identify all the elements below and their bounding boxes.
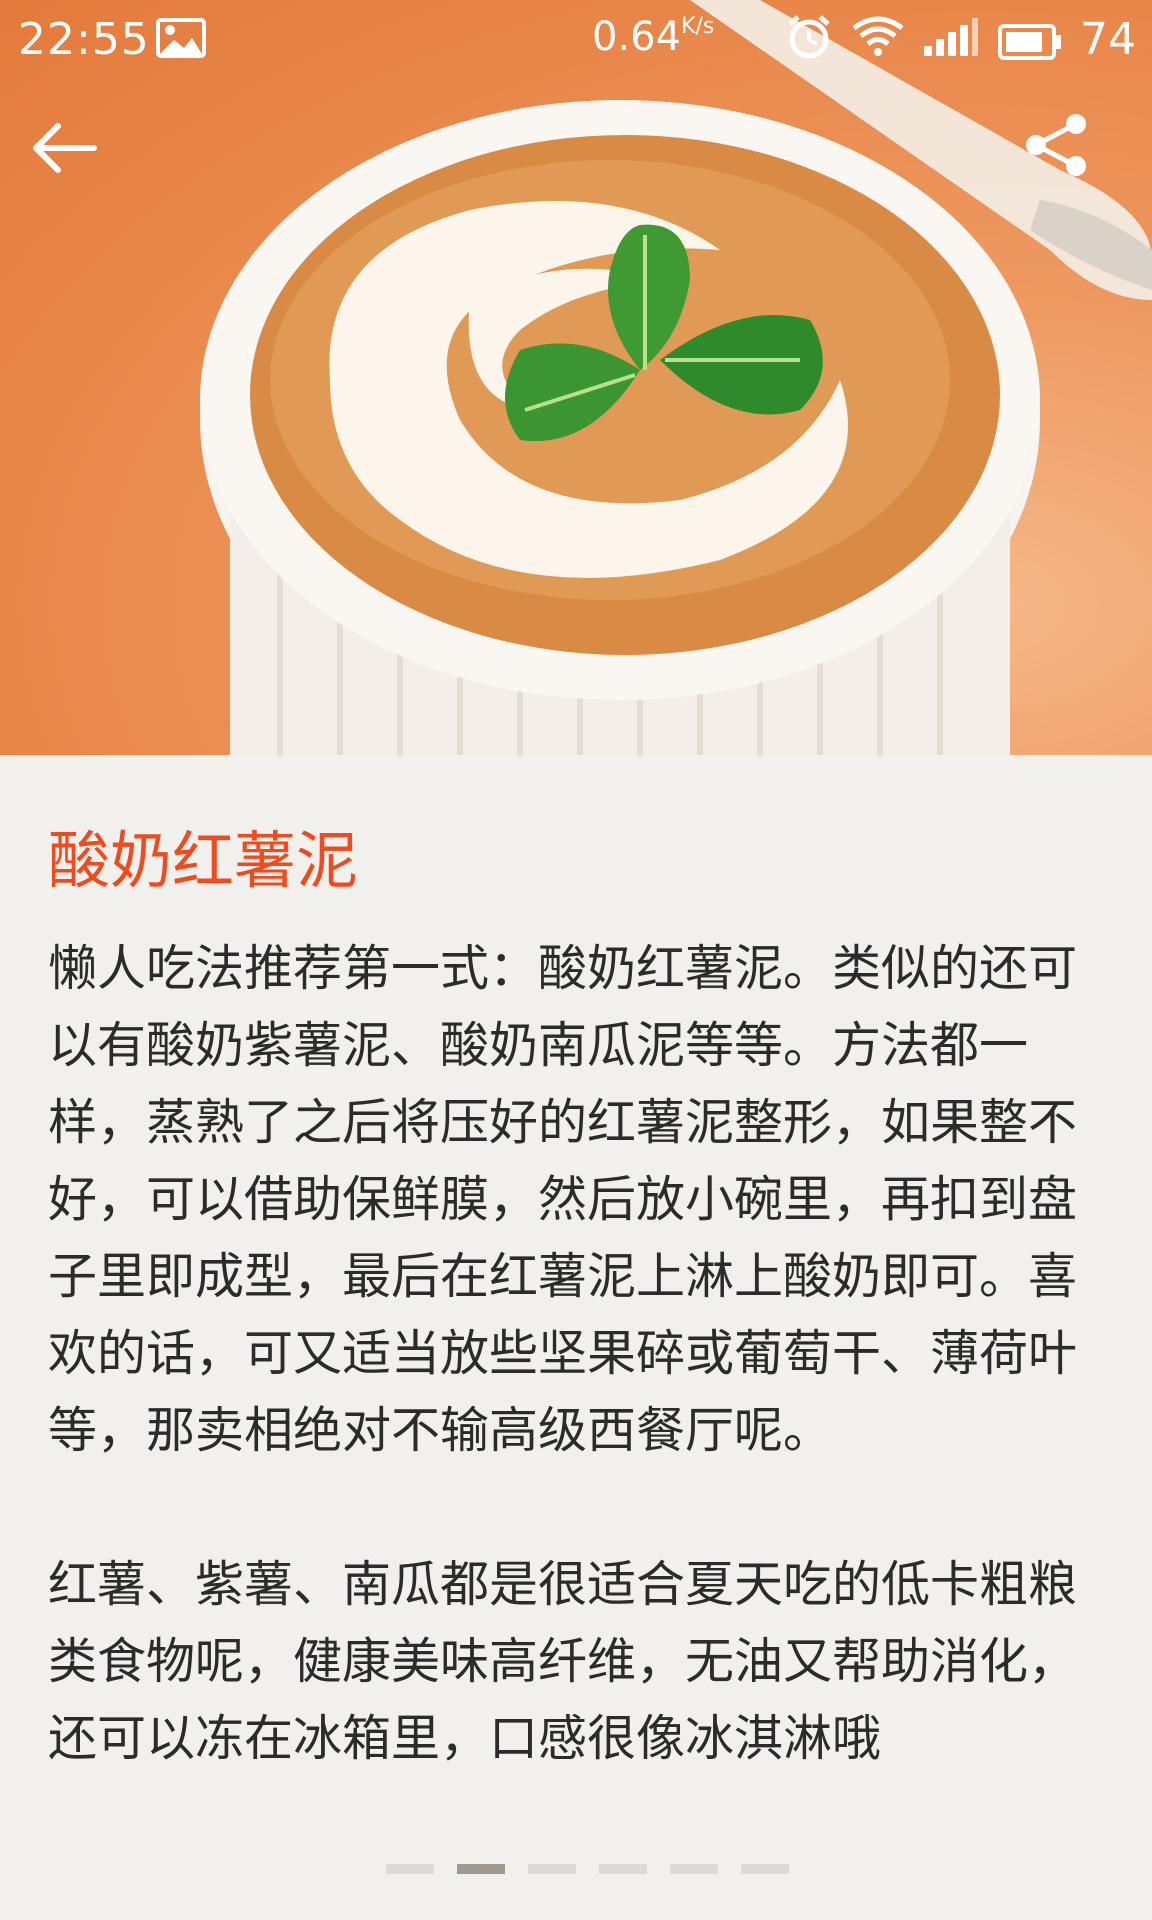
network-speed: 0.64K/s (592, 14, 714, 60)
page-dot[interactable] (670, 1864, 719, 1874)
page-indicator (386, 1864, 807, 1874)
article-content: 酸奶红薯泥 懒人吃法推荐第一式：酸奶红薯泥。类似的还可以有酸奶紫薯泥、酸奶南瓜泥… (0, 755, 1152, 1815)
network-speed-value: 0.64 (592, 14, 682, 60)
recipe-photo (0, 0, 1152, 755)
status-bar: 22:55 0.64K/s 74 (0, 0, 1152, 78)
wifi-icon (852, 16, 904, 69)
back-button[interactable] (30, 118, 100, 178)
page-dot[interactable] (741, 1864, 790, 1874)
battery-level: 74 (1080, 14, 1136, 65)
article-paragraph: 懒人吃法推荐第一式：酸奶红薯泥。类似的还可以有酸奶紫薯泥、酸奶南瓜泥等等。方法都… (48, 940, 1078, 1459)
page-dot[interactable] (457, 1864, 506, 1874)
arrow-left-icon (33, 123, 97, 173)
article-paragraph: 红薯、紫薯、南瓜都是很适合夏天吃的低卡粗粮类食物呢，健康美味高纤维，无油又帮助消… (48, 1556, 1078, 1767)
recipe-title: 酸奶红薯泥 (48, 824, 359, 897)
share-icon (1026, 114, 1086, 176)
signal-icon (922, 18, 978, 69)
status-time: 22:55 (18, 14, 150, 65)
gallery-notification-icon (156, 18, 206, 69)
network-speed-unit: K/s (681, 14, 715, 39)
page-dot[interactable] (528, 1864, 577, 1874)
article-body: 懒人吃法推荐第一式：酸奶红薯泥。类似的还可以有酸奶紫薯泥、酸奶南瓜泥等等。方法都… (48, 930, 1078, 1815)
page-dot[interactable] (386, 1864, 434, 1874)
alarm-icon (786, 14, 832, 71)
battery-icon (998, 20, 1062, 71)
share-button[interactable] (1022, 110, 1092, 180)
page-dot[interactable] (599, 1864, 648, 1874)
